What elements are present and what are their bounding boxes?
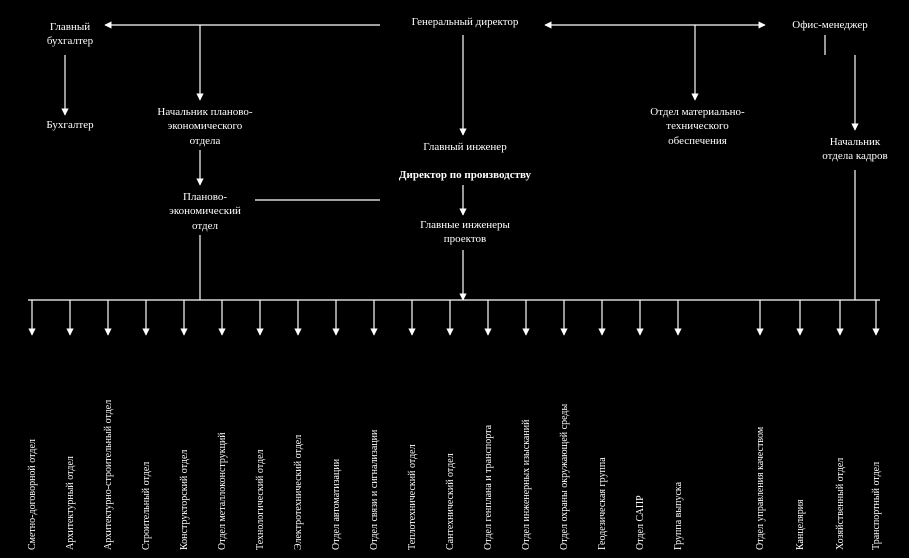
dept-label-12: Отдел генплана и транспорта xyxy=(482,340,495,550)
node-general-director: Генеральный директор xyxy=(380,15,550,29)
dept-label-14: Отдел охраны окружающей среды xyxy=(558,340,571,550)
dept-label-16: Отдел САПР xyxy=(634,340,647,550)
node-office-manager: Офис-менеджер xyxy=(770,18,890,32)
dept-label-10: Теплотехнический отдел xyxy=(406,340,419,550)
node-head-plan-econ: Начальник планово- экономического отдела xyxy=(140,105,270,148)
dept-label-13: Отдел инженерных изысканий xyxy=(520,340,533,550)
node-chief-engineer: Главный инженер xyxy=(395,140,535,154)
dept-label-1: Архитектурный отдел xyxy=(64,340,77,550)
node-hr-head: Начальник отдела кадров xyxy=(805,135,905,164)
dept-label-8: Отдел автоматизации xyxy=(330,340,343,550)
dept-label-9: Отдел связи и сигнализации xyxy=(368,340,381,550)
dept-label-5: Отдел металлоконструкций xyxy=(216,340,229,550)
dept-label-20: Хозяйственный отдел xyxy=(834,340,847,550)
dept-label-21: Транспортный отдел xyxy=(870,340,883,550)
node-accountant: Бухгалтер xyxy=(30,118,110,132)
dept-label-2: Архитектурно-строительный отдел xyxy=(102,340,115,550)
dept-label-4: Конструкторский отдел xyxy=(178,340,191,550)
dept-label-11: Сантехнический отдел xyxy=(444,340,457,550)
node-chief-accountant: Главный бухгалтер xyxy=(30,20,110,49)
dept-label-15: Геодезическая группа xyxy=(596,340,609,550)
dept-label-18: Отдел управления качеством xyxy=(754,340,767,550)
node-supply-dept: Отдел материально- технического обеспече… xyxy=(630,105,765,148)
node-plan-econ-dept: Планово- экономический отдел xyxy=(150,190,260,233)
dept-label-6: Технологический отдел xyxy=(254,340,267,550)
node-chief-project-engineers: Главные инженеры проектов xyxy=(400,218,530,247)
dept-label-7: Электротехнический отдел xyxy=(292,340,305,550)
node-production-director: Директор по производству xyxy=(370,168,560,182)
dept-label-0: Сметно-договорной отдел xyxy=(26,340,39,550)
dept-label-19: Канцелярия xyxy=(794,340,807,550)
dept-label-17: Группа выпуска xyxy=(672,340,685,550)
dept-label-3: Строительный отдел xyxy=(140,340,153,550)
